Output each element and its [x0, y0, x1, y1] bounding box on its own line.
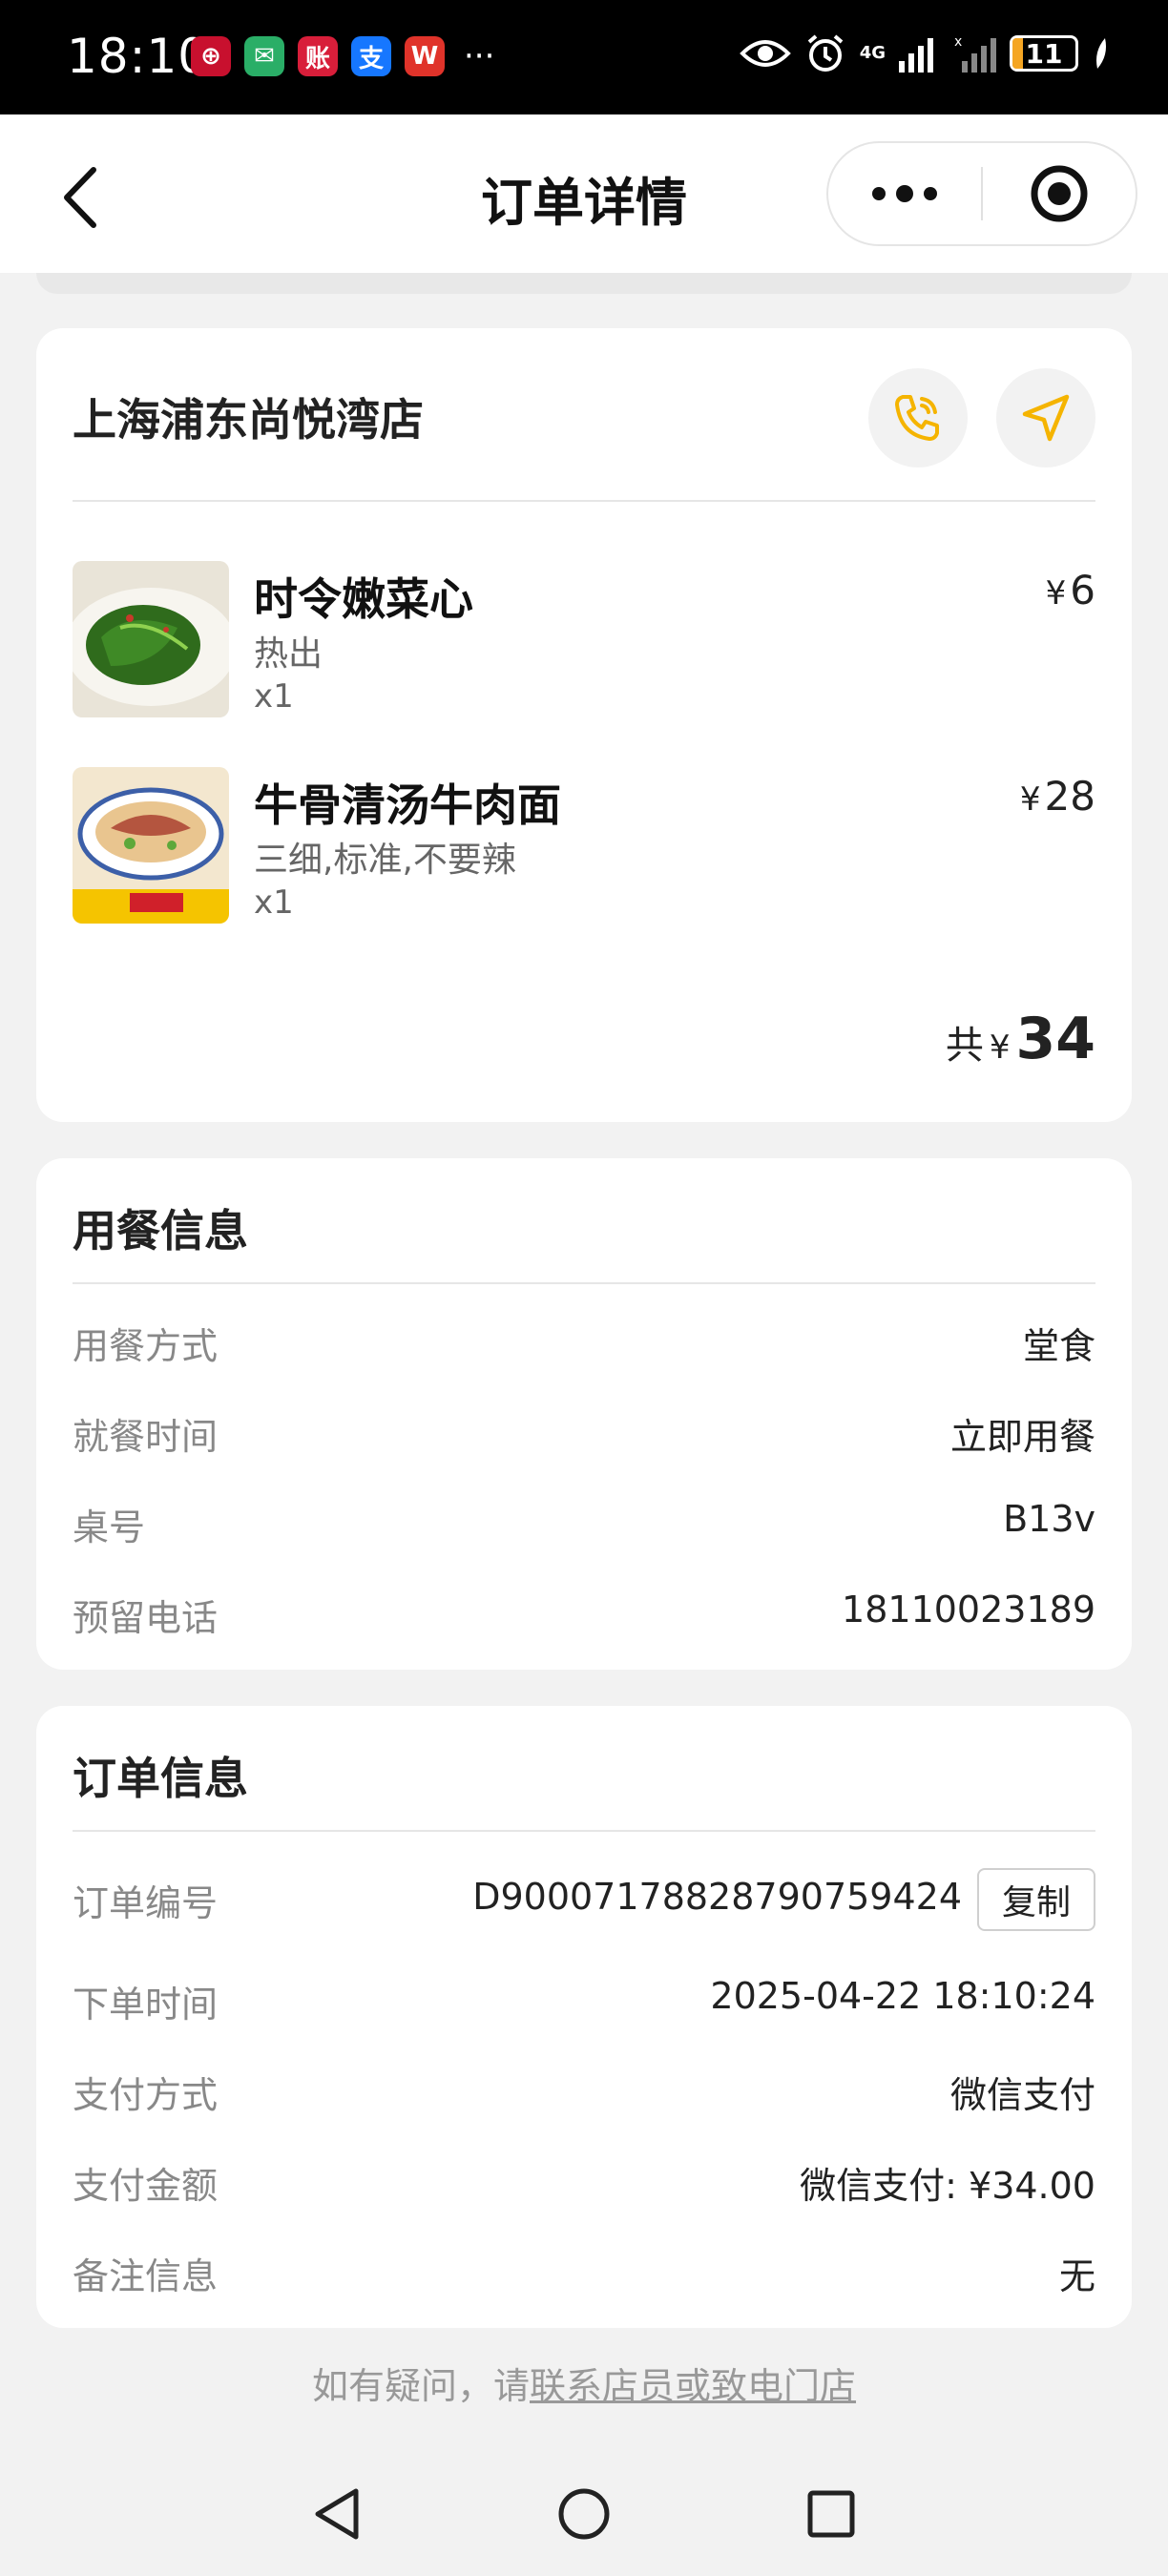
- triangle-back-icon: [315, 2488, 359, 2540]
- row-value: 堂食: [1022, 1325, 1095, 1367]
- battery-icon: 11: [1010, 35, 1078, 72]
- copy-button[interactable]: 复制: [977, 1868, 1095, 1931]
- row-value: 无: [1058, 2255, 1095, 2297]
- row-value: 微信支付: ¥34.00: [800, 2165, 1095, 2207]
- store-name: 上海浦东尚悦湾店: [73, 394, 424, 446]
- system-navigation-bar: [0, 2452, 1168, 2576]
- item-quantity: x1: [254, 883, 294, 922]
- item-price: ¥6: [1046, 567, 1095, 613]
- contact-store-link[interactable]: 联系店员或致电门店: [530, 2365, 856, 2407]
- info-row: 就餐时间 立即用餐: [73, 1402, 1095, 1458]
- call-store-button[interactable]: [868, 368, 968, 467]
- wps-icon: W: [405, 36, 445, 76]
- info-row: 桌号 B13v: [73, 1492, 1095, 1548]
- system-recents-button[interactable]: [798, 2481, 865, 2547]
- jiazhang-app-icon: 账: [298, 36, 338, 76]
- info-row: 用餐方式 堂食: [73, 1311, 1095, 1367]
- info-row: 支付金额 微信支付: ¥34.00: [73, 2150, 1095, 2207]
- previous-card-edge: [36, 273, 1132, 294]
- row-label: 下单时间: [73, 1984, 219, 2025]
- info-row: 预留电话 18110023189: [73, 1583, 1095, 1639]
- order-total: 共 ¥ 34: [946, 1006, 1095, 1072]
- row-label: 支付金额: [73, 2165, 219, 2207]
- info-row: 备注信息 无: [73, 2241, 1095, 2297]
- navigation-arrow-icon: [1022, 394, 1070, 442]
- price-value: 6: [1070, 567, 1095, 613]
- help-prefix: 如有疑问，请: [311, 2365, 530, 2407]
- chevron-left-icon: [64, 167, 96, 228]
- item-spec: 三细,标准,不要辣: [254, 841, 516, 880]
- bank-app-icon: ⊕: [191, 36, 231, 76]
- currency-symbol: ¥: [1045, 574, 1067, 613]
- total-currency: ¥: [989, 1028, 1011, 1067]
- row-label: 预留电话: [73, 1597, 219, 1639]
- dish-image: [73, 561, 229, 717]
- row-value: 立即用餐: [949, 1416, 1095, 1458]
- store-divider: [73, 500, 1095, 502]
- svg-text:x: x: [954, 34, 962, 50]
- square-recents-icon: [807, 2490, 855, 2538]
- phone-icon: [895, 395, 939, 441]
- order-info-card: 订单信息 订单编号 D90007178828790759424 复制 下单时间 …: [36, 1706, 1132, 2328]
- currency-symbol: ¥: [1019, 780, 1041, 819]
- alarm-icon: [807, 34, 843, 72]
- row-value: 18110023189: [842, 1589, 1095, 1631]
- item-price: ¥28: [1020, 773, 1095, 820]
- item-quantity: x1: [254, 677, 294, 716]
- info-row: 下单时间 2025-04-22 18:10:24: [73, 1969, 1095, 2025]
- eye-icon: [739, 40, 791, 67]
- status-bar: 18:10 ⊕ ✉ 账 支 W ··· 4G x 11: [0, 0, 1168, 114]
- notification-icons: ⊕ ✉ 账 支 W ···: [191, 36, 494, 76]
- total-label: 共: [945, 1024, 984, 1068]
- close-miniprogram-button[interactable]: [983, 143, 1136, 244]
- signal-2-icon: x: [954, 34, 996, 73]
- row-value: B13v: [1003, 1498, 1095, 1540]
- signal-icon: [899, 38, 933, 73]
- store-order-card: 上海浦东尚悦湾店 时令嫩菜心 热出 x1 ¥6 牛骨清汤牛肉面 三细,标准,不要…: [36, 328, 1132, 1122]
- battery-level: 11: [1025, 37, 1063, 70]
- system-back-button[interactable]: [303, 2481, 370, 2547]
- target-close-icon: [1031, 165, 1088, 222]
- back-button[interactable]: [53, 164, 111, 231]
- navigate-store-button[interactable]: [996, 368, 1095, 467]
- network-type: 4G: [859, 43, 886, 63]
- price-value: 28: [1044, 773, 1095, 820]
- row-label: 备注信息: [73, 2255, 219, 2297]
- order-number: D90007178828790759424: [472, 1876, 962, 1918]
- row-label: 桌号: [73, 1506, 146, 1548]
- item-spec: 热出: [254, 634, 323, 674]
- wechat-icon: ✉: [244, 36, 284, 76]
- item-name: 牛骨清汤牛肉面: [254, 779, 561, 831]
- info-row: 支付方式 微信支付: [73, 2060, 1095, 2116]
- help-note: 如有疑问，请联系店员或致电门店: [0, 2357, 1168, 2409]
- miniprogram-capsule: [826, 141, 1137, 246]
- total-amount: 34: [1015, 1006, 1096, 1072]
- row-label: 订单编号: [73, 1882, 219, 1924]
- order-divider: [73, 1830, 1095, 1832]
- order-info-title: 订单信息: [73, 1753, 248, 1804]
- dining-divider: [73, 1282, 1095, 1284]
- more-dots-icon: [872, 185, 937, 202]
- dining-info-card: 用餐信息 用餐方式 堂食 就餐时间 立即用餐 桌号 B13v 预留电话 1811…: [36, 1158, 1132, 1670]
- order-item: 牛骨清汤牛肉面 三细,标准,不要辣 x1 ¥28: [73, 767, 1095, 924]
- order-item: 时令嫩菜心 热出 x1 ¥6: [73, 561, 1095, 717]
- system-home-button[interactable]: [551, 2481, 617, 2547]
- row-value: 2025-04-22 18:10:24: [710, 1975, 1095, 2017]
- leaf-icon: [1096, 38, 1106, 69]
- alipay-icon: 支: [351, 36, 391, 76]
- status-time: 18:10: [67, 29, 210, 84]
- circle-home-icon: [558, 2488, 610, 2540]
- dining-info-title: 用餐信息: [73, 1205, 248, 1257]
- row-label: 就餐时间: [73, 1416, 219, 1458]
- dish-image: [73, 767, 229, 924]
- navigation-bar: 订单详情: [0, 114, 1168, 273]
- item-name: 时令嫩菜心: [254, 573, 473, 625]
- row-label: 支付方式: [73, 2074, 219, 2116]
- more-notifications-icon: ···: [464, 37, 495, 75]
- row-value: 微信支付: [949, 2074, 1095, 2116]
- more-menu-button[interactable]: [828, 143, 981, 244]
- order-number-row: 订单编号 D90007178828790759424 复制: [73, 1868, 1095, 1935]
- row-label: 用餐方式: [73, 1325, 219, 1367]
